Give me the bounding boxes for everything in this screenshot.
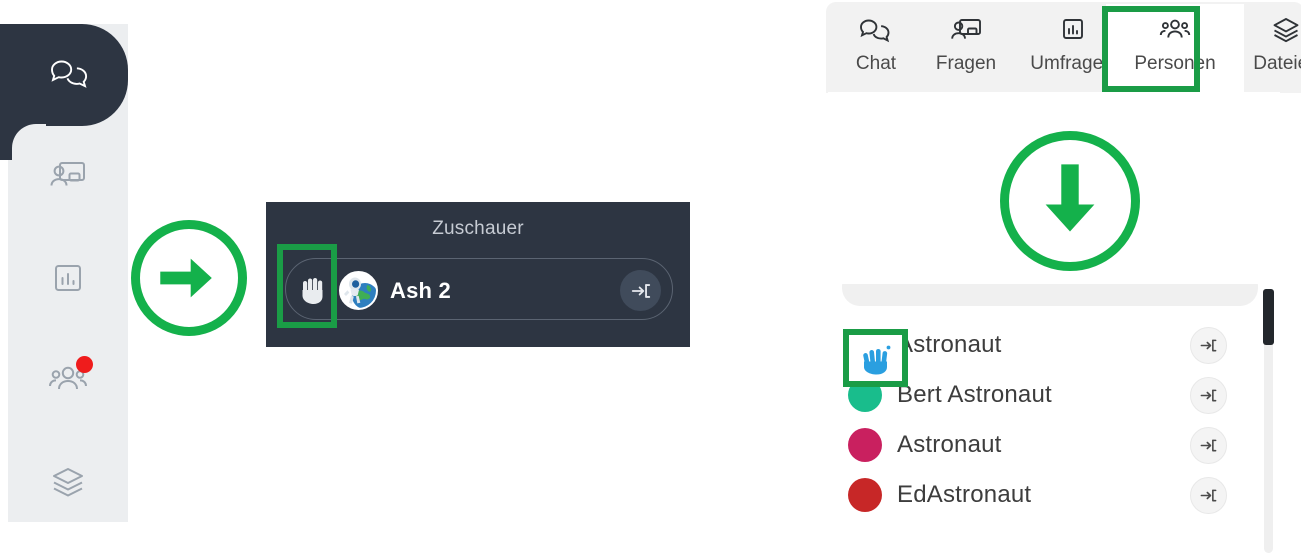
astronaut-earth-avatar [339, 271, 378, 310]
exit-arrow-icon [1200, 489, 1217, 501]
sidebar-item-dateien[interactable] [8, 432, 128, 532]
viewer-name: Ash 2 [390, 278, 451, 303]
viewer-exit-button[interactable] [620, 270, 661, 311]
participant-exit-button[interactable] [1190, 326, 1227, 364]
arrow-down-icon [1045, 164, 1095, 232]
chat-bubbles-icon [860, 19, 890, 43]
tab-chat-label: Chat [855, 53, 897, 74]
tabbar: Chat Fragen Umfragen Personen Datei [826, 2, 1301, 93]
participant-list-panel: Astronaut Bert Astronaut Astronaut EdAst… [830, 284, 1270, 553]
layers-stack-icon [46, 460, 90, 504]
layers-stack-icon [1273, 18, 1299, 43]
arrow-right-icon [160, 258, 212, 298]
avatar [848, 478, 882, 512]
exit-arrow-icon [1200, 389, 1217, 401]
notification-badge [76, 356, 93, 373]
annotation-circle-arrow-right [131, 220, 247, 336]
tab-dateien-label: Dateien [1253, 53, 1301, 74]
exit-arrow-icon [631, 283, 650, 298]
tab-fragen[interactable]: Fragen [918, 4, 1014, 92]
annotation-highlight-tab-personen [1102, 6, 1200, 92]
tab-dateien[interactable]: Dateien [1234, 4, 1301, 92]
presenter-screen-icon [951, 19, 981, 39]
tab-chat[interactable]: Chat [834, 4, 918, 92]
presenter-screen-icon [46, 154, 90, 198]
sidebar-item-personen[interactable] [8, 330, 128, 430]
participant-name: Bert Astronaut [897, 381, 1052, 408]
participant-name: Astronaut [897, 431, 1002, 458]
participant-exit-button[interactable] [1190, 376, 1227, 414]
exit-arrow-icon [1200, 339, 1217, 351]
list-header-strip [842, 284, 1258, 306]
exit-arrow-icon [1200, 439, 1217, 451]
bar-chart-box-icon [1063, 19, 1083, 39]
left-sidebar [0, 24, 128, 522]
annotation-highlight-hand-dark [277, 244, 337, 328]
tab-fragen-label: Fragen [935, 53, 997, 74]
bar-chart-box-icon [46, 256, 90, 300]
participant-exit-button[interactable] [1190, 426, 1227, 464]
participant-name: Astronaut [897, 331, 1002, 358]
sidebar-item-fragen[interactable] [8, 126, 128, 226]
sidebar-item-chat[interactable] [8, 24, 128, 124]
raised-hand-icon [863, 345, 891, 375]
participant-exit-button[interactable] [1190, 476, 1227, 514]
list-item[interactable]: EdAstronaut [830, 470, 1270, 520]
list-scrollbar-thumb[interactable] [1263, 289, 1274, 345]
participant-name: EdAstronaut [897, 481, 1032, 508]
people-group-icon [46, 356, 93, 402]
chat-bubbles-icon [46, 52, 90, 96]
list-item[interactable]: Astronaut [830, 420, 1270, 470]
annotation-circle-arrow-down [1000, 131, 1140, 271]
sidebar-item-umfragen[interactable] [8, 228, 128, 328]
avatar [848, 428, 882, 462]
annotation-highlight-hand-list [843, 329, 908, 387]
zuschauer-title: Zuschauer [432, 218, 524, 239]
